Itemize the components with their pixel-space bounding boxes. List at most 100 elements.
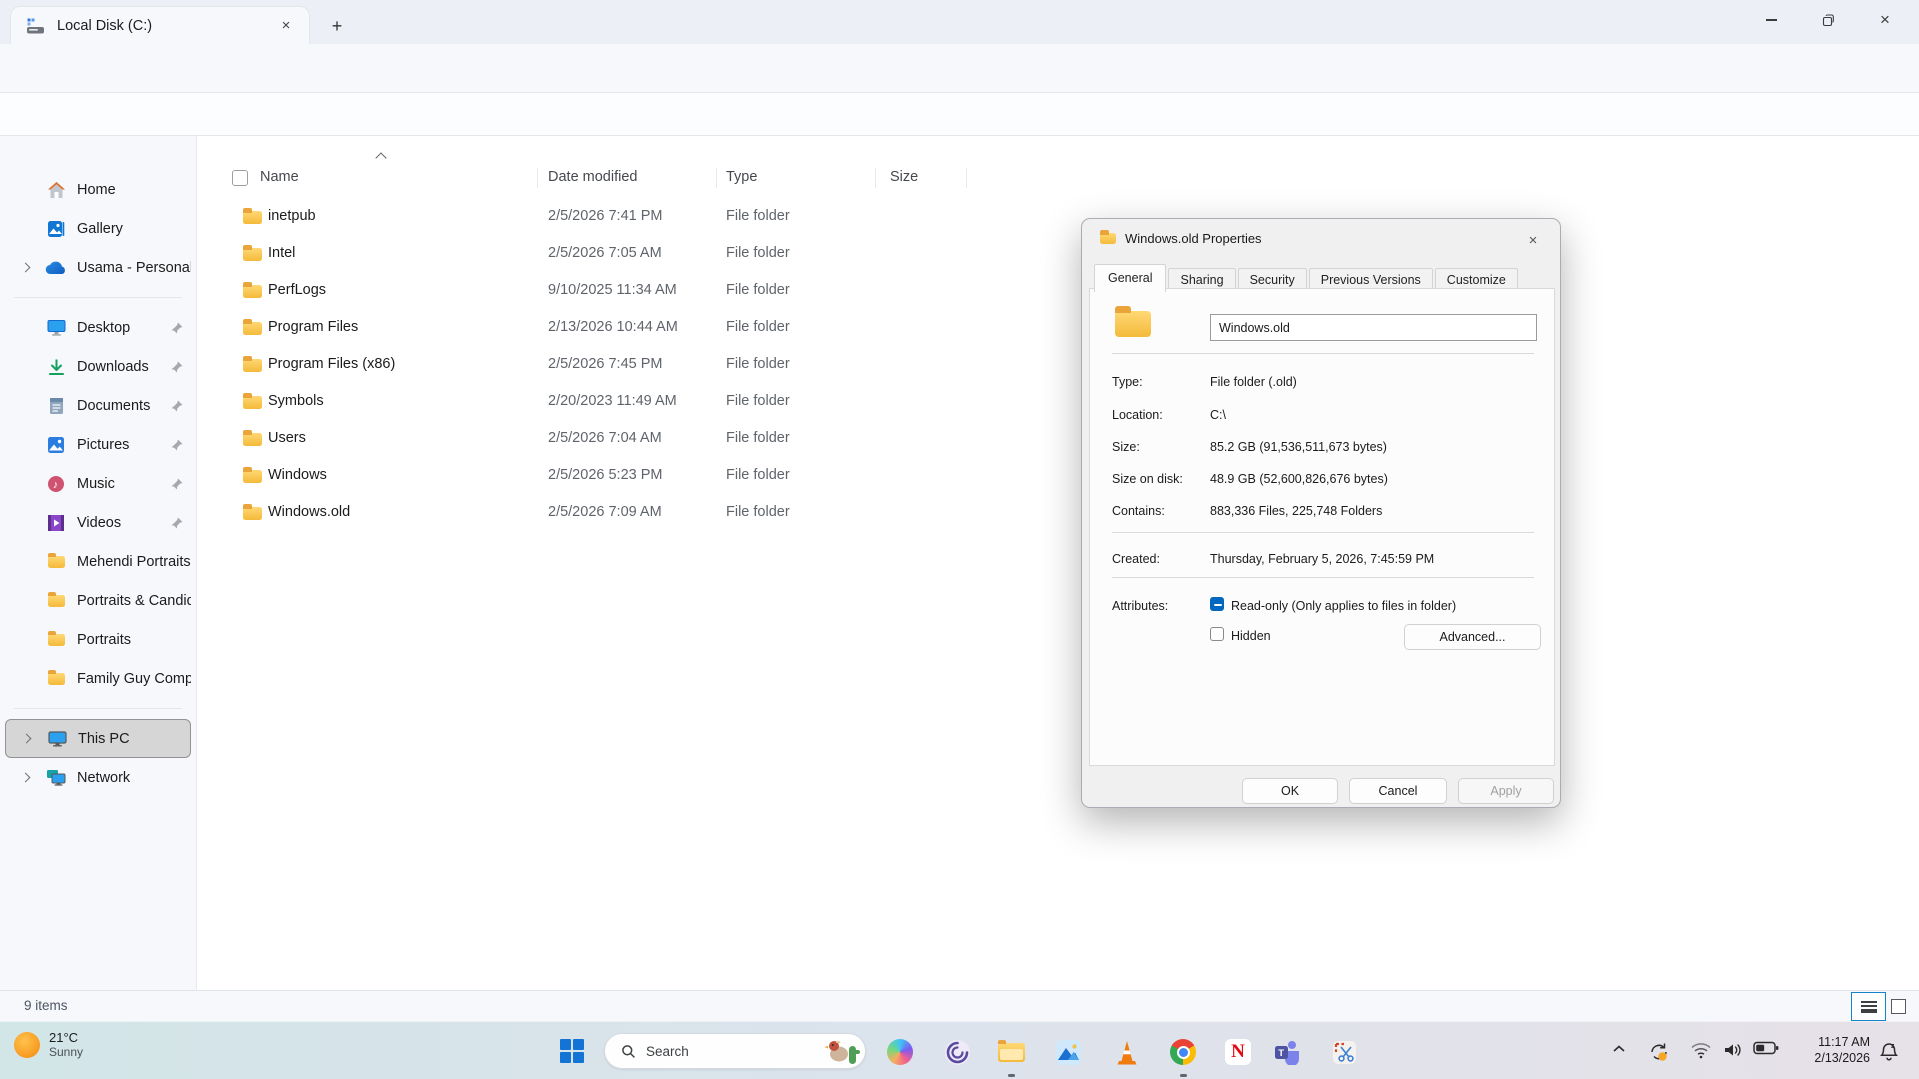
file-row-users[interactable]: Users2/5/2026 7:04 AMFile folder	[197, 421, 1919, 458]
taskbar-vlc-icon[interactable]	[1112, 1037, 1142, 1067]
sidebar-item-videos[interactable]: Videos	[5, 503, 191, 542]
item-count: 9 items	[24, 998, 68, 1013]
sidebar-item-portraits-candids[interactable]: Portraits & Candids	[5, 581, 191, 620]
column-header-type[interactable]: Type	[726, 169, 757, 185]
attributes-label: Attributes:	[1112, 599, 1168, 613]
chevron-right-icon[interactable]	[22, 734, 32, 744]
folder-icon	[45, 634, 67, 646]
taskbar-netflix-icon[interactable]: N	[1223, 1037, 1253, 1067]
tab-general[interactable]: General	[1094, 264, 1166, 292]
readonly-checkbox[interactable]	[1210, 597, 1224, 611]
taskbar-photos-icon[interactable]	[1053, 1037, 1083, 1067]
sidebar-item-home[interactable]: Home	[5, 170, 191, 209]
size-on-disk-value: 48.9 GB (52,600,826,676 bytes)	[1210, 472, 1388, 486]
tray-notification-bell-icon[interactable]: z	[1878, 1041, 1900, 1063]
svg-text:♪: ♪	[53, 479, 59, 491]
apply-button[interactable]: Apply	[1458, 778, 1554, 804]
sidebar-item-gallery[interactable]: Gallery	[5, 209, 191, 248]
sidebar-item-family-guy[interactable]: Family Guy Comple	[5, 659, 191, 698]
file-name: Intel	[268, 245, 295, 261]
hidden-checkbox[interactable]	[1210, 627, 1224, 641]
pin-icon	[171, 439, 183, 451]
taskbar-copilot-icon[interactable]	[885, 1037, 915, 1067]
file-row-perflogs[interactable]: PerfLogs9/10/2025 11:34 AMFile folder	[197, 273, 1919, 310]
file-row-inetpub[interactable]: inetpub2/5/2026 7:41 PMFile folder	[197, 199, 1919, 236]
sidebar-item-desktop[interactable]: Desktop	[5, 308, 191, 347]
command-toolbar: + New A ↑↓ Sort View	[0, 92, 1919, 136]
sidebar-item-onedrive[interactable]: Usama - Personal	[5, 248, 191, 287]
file-row-symbols[interactable]: Symbols2/20/2023 11:49 AMFile folder	[197, 384, 1919, 421]
restore-button[interactable]	[1805, 0, 1851, 40]
file-rows: inetpub2/5/2026 7:41 PMFile folder Intel…	[197, 199, 1919, 532]
ok-button[interactable]: OK	[1242, 778, 1338, 804]
sidebar-item-portraits[interactable]: Portraits	[5, 620, 191, 659]
created-label: Created:	[1112, 552, 1160, 566]
sidebar-item-network[interactable]: Network	[5, 758, 191, 797]
select-all-checkbox[interactable]	[232, 170, 248, 186]
type-value: File folder (.old)	[1210, 375, 1297, 389]
file-type: File folder	[726, 467, 790, 483]
file-row-program-files[interactable]: Program Files2/13/2026 10:44 AMFile fold…	[197, 310, 1919, 347]
weather-condition: Sunny	[49, 1045, 83, 1059]
pin-icon	[171, 478, 183, 490]
this-pc-icon	[46, 731, 68, 747]
tray-sync-icon[interactable]	[1647, 1041, 1671, 1063]
sidebar-item-label: Portraits	[77, 632, 191, 648]
file-name: Program Files	[268, 319, 358, 335]
status-bar: 9 items	[0, 990, 1919, 1021]
file-row-program-files-x86[interactable]: Program Files (x86)2/5/2026 7:45 PMFile …	[197, 347, 1919, 384]
tray-wifi-icon[interactable]	[1690, 1041, 1712, 1059]
file-date: 2/5/2026 5:23 PM	[548, 467, 662, 483]
weather-widget[interactable]: 21°C Sunny	[14, 1030, 83, 1059]
tray-volume-icon[interactable]	[1722, 1041, 1744, 1059]
sidebar-item-downloads[interactable]: Downloads	[5, 347, 191, 386]
tray-chevron-up-icon[interactable]	[1611, 1041, 1627, 1057]
column-header-size[interactable]: Size	[890, 169, 918, 185]
sidebar-item-this-pc[interactable]: This PC	[5, 719, 191, 758]
details-view-toggle[interactable]	[1851, 992, 1886, 1021]
taskbar-bittorrent-icon[interactable]	[942, 1037, 972, 1067]
file-row-windows-old[interactable]: Windows.old2/5/2026 7:09 AMFile folder	[197, 495, 1919, 532]
file-date: 2/5/2026 7:04 AM	[548, 430, 662, 446]
tab-close-icon[interactable]: ×	[273, 13, 299, 39]
minimize-button[interactable]	[1748, 0, 1794, 40]
sidebar-item-documents[interactable]: Documents	[5, 386, 191, 425]
dialog-general-page: Windows.old Type: File folder (.old) Loc…	[1089, 288, 1555, 766]
tray-clock[interactable]: 11:17 AM 2/13/2026	[1790, 1034, 1870, 1066]
network-icon	[45, 769, 67, 786]
chevron-right-icon[interactable]	[21, 263, 31, 273]
folder-name-field[interactable]: Windows.old	[1210, 314, 1537, 341]
close-button[interactable]: ×	[1862, 0, 1908, 40]
chevron-right-icon[interactable]	[21, 773, 31, 783]
taskbar-file-explorer-icon[interactable]	[996, 1037, 1026, 1067]
sidebar-item-mehendi-portraits[interactable]: Mehendi Portraits	[5, 542, 191, 581]
folder-icon	[243, 470, 262, 483]
sidebar-item-label: Home	[77, 182, 191, 198]
advanced-button[interactable]: Advanced...	[1404, 624, 1541, 650]
location-value: C:\	[1210, 408, 1226, 422]
dialog-close-button[interactable]: ×	[1518, 227, 1548, 253]
sidebar-item-pictures[interactable]: Pictures	[5, 425, 191, 464]
icons-view-toggle[interactable]	[1891, 999, 1906, 1014]
explorer-tab[interactable]: Local Disk (C:) ×	[10, 6, 310, 44]
taskbar-teams-icon[interactable]: T	[1272, 1037, 1302, 1067]
taskbar-search[interactable]: Search	[604, 1033, 866, 1069]
tray-battery-icon[interactable]	[1753, 1041, 1779, 1055]
new-tab-button[interactable]: +	[322, 12, 352, 40]
restore-icon	[1822, 14, 1835, 27]
file-row-windows[interactable]: Windows2/5/2026 5:23 PMFile folder	[197, 458, 1919, 495]
taskbar-snipping-tool-icon[interactable]	[1329, 1037, 1359, 1067]
file-type: File folder	[726, 430, 790, 446]
column-header-name[interactable]: Name	[260, 169, 299, 185]
column-header-date[interactable]: Date modified	[548, 169, 637, 185]
taskbar-chrome-icon[interactable]	[1168, 1037, 1198, 1067]
type-label: Type:	[1112, 375, 1143, 389]
file-row-intel[interactable]: Intel2/5/2026 7:05 AMFile folder	[197, 236, 1919, 273]
file-date: 2/5/2026 7:45 PM	[548, 356, 662, 372]
sidebar-item-music[interactable]: ♪ Music	[5, 464, 191, 503]
cancel-button[interactable]: Cancel	[1349, 778, 1447, 804]
chrome-running-indicator	[1180, 1074, 1187, 1077]
home-icon	[45, 181, 67, 199]
start-button[interactable]	[560, 1039, 586, 1065]
size-label: Size:	[1112, 440, 1140, 454]
